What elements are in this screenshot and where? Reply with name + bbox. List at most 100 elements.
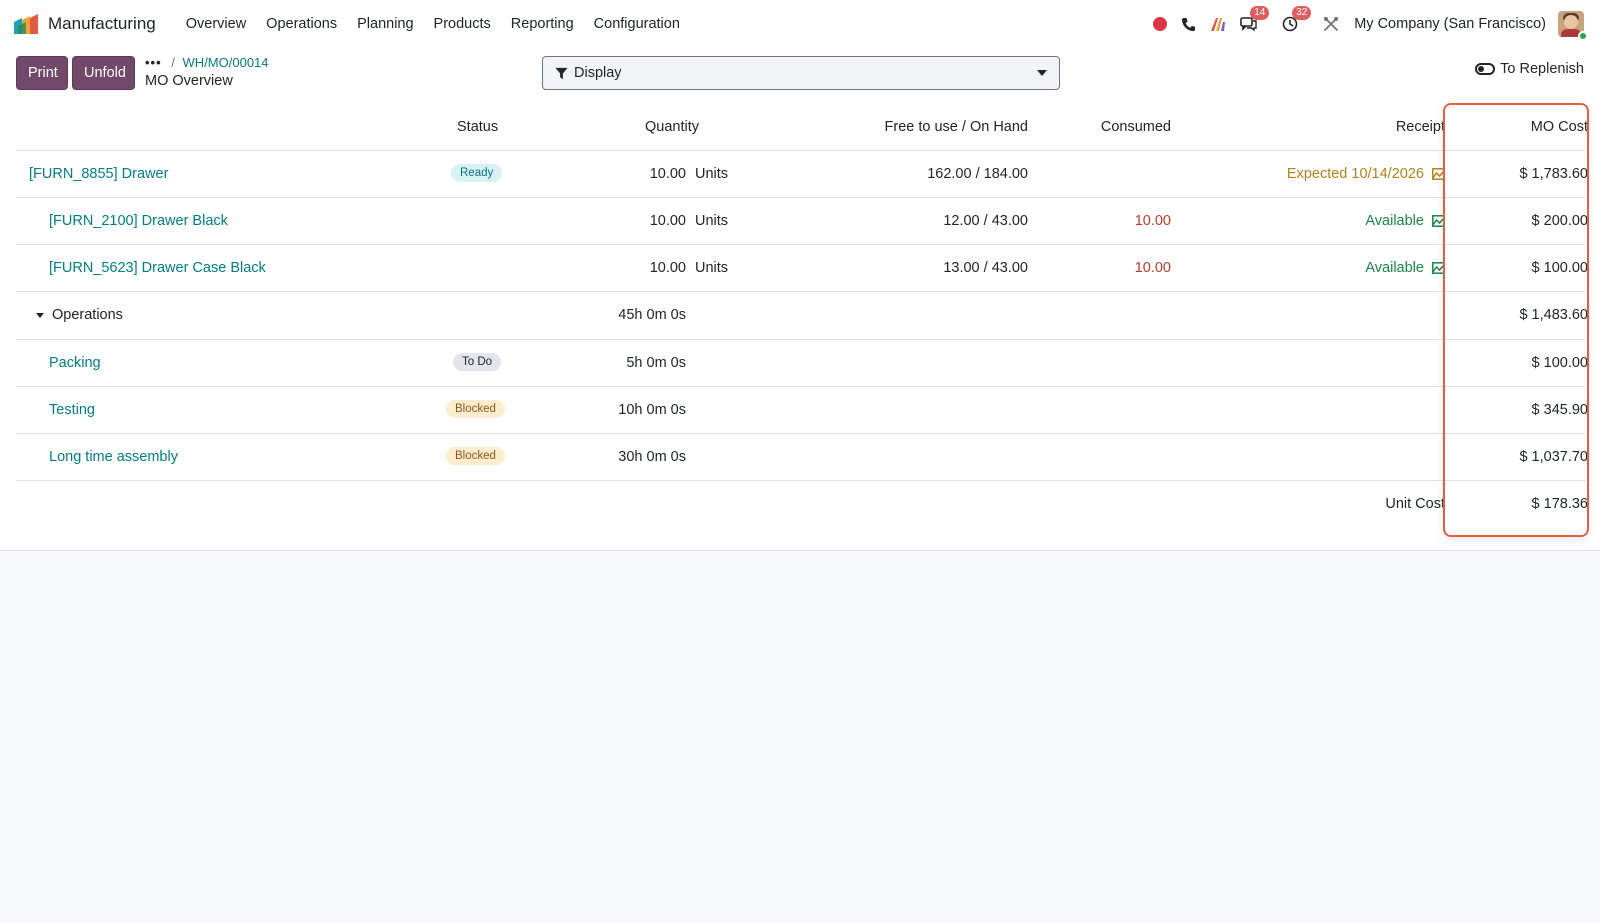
quantity-value: 10.00 [649,213,686,229]
record-button[interactable] [1153,17,1168,31]
receipt-value: Available [1216,245,1445,292]
main-menu: Overview Operations Planning Products Re… [176,16,690,32]
to-replenish-label: To Replenish [1500,61,1584,77]
chart-icon[interactable] [1432,215,1445,228]
quantity-value: 45h 0m 0s [618,307,686,323]
table-row: Testing Blocked 10h 0m 0s $ 345.90 [16,387,1588,434]
table-row: Long time assembly Blocked 30h 0m 0s $ 1… [16,434,1588,481]
online-status-dot [1578,31,1588,41]
quantity-value: 10.00 [649,166,686,182]
mo-cost-value: $ 1,037.70 [1519,449,1588,465]
mo-cost-value: $ 345.90 [1531,402,1588,418]
table-row: Packing To Do 5h 0m 0s $ 100.00 [16,340,1588,387]
unit-cost-value: $ 178.36 [1531,496,1588,512]
app-name: Manufacturing [48,14,156,33]
user-avatar[interactable] [1558,11,1588,41]
menu-item-operations[interactable]: Operations [266,16,337,32]
phone-icon [1182,17,1196,31]
mo-cost-value: $ 100.00 [1531,355,1588,371]
phone-button[interactable] [1181,17,1196,32]
activities-count-badge: 32 [1292,6,1312,20]
unfold-button[interactable]: Unfold [72,56,135,90]
header-status: Status [457,119,499,135]
status-badge: Blocked [446,447,505,465]
breadcrumb-separator: / [171,55,175,70]
status-badge: To Do [453,353,502,371]
avatar-face [1564,15,1578,29]
operations-group-row[interactable]: Operations 45h 0m 0s $ 1,483.60 [16,292,1588,340]
mo-cost-value: $ 100.00 [1531,260,1588,276]
free-on-hand-value: 12.00 / 43.00 [943,213,1028,229]
chart-icon[interactable] [1432,262,1445,275]
component-link[interactable]: [FURN_2100] Drawer Black [49,198,228,245]
consumed-value: 10.00 [1134,260,1171,276]
menu-item-products[interactable]: Products [434,16,491,32]
status-badge: Ready [451,164,503,182]
uom-value: Units [695,166,729,182]
menu-item-reporting[interactable]: Reporting [511,16,574,32]
company-switcher[interactable]: My Company (San Francisco) [1354,16,1546,32]
unit-cost-label: Unit Cost [1385,496,1445,512]
table-row: [FURN_5623] Drawer Case Black 10.00 Unit… [16,245,1588,292]
toggle-icon [1475,63,1496,75]
mo-overview-report: Status Quantity Free to use / On Hand Co… [0,104,1600,551]
filter-icon [555,67,568,79]
breadcrumb: ••• / WH/MO/00014 [145,55,269,70]
menu-item-planning[interactable]: Planning [357,16,413,32]
breadcrumb-mo-link[interactable]: WH/MO/00014 [183,55,269,70]
display-label: Display [574,65,622,81]
messages-button[interactable]: 14 [1240,6,1270,32]
caret-down-icon[interactable] [36,313,44,318]
tools-button[interactable] [1323,16,1339,32]
print-button[interactable]: Print [16,56,68,90]
header-receipt: Receipt [1395,119,1445,135]
chart-icon[interactable] [1432,168,1445,181]
display-dropdown[interactable]: Display [542,56,1060,90]
table-header: Status Quantity Free to use / On Hand Co… [16,104,1588,151]
receipt-value: Available [1216,198,1445,245]
operation-link[interactable]: Testing [49,387,95,434]
quantity-value: 5h 0m 0s [626,355,686,371]
mo-cost-value: $ 1,483.60 [1519,307,1588,323]
record-icon [1153,17,1168,31]
receipt-value: Expected 10/14/2026 [1216,151,1445,198]
header-consumed: Consumed [1100,119,1171,135]
header-quantity: Quantity [645,119,699,135]
tools-icon [1324,17,1339,31]
mo-cost-value: $ 200.00 [1531,213,1588,229]
ai-button[interactable] [1210,16,1226,32]
receipt-text: Available [1365,260,1424,276]
operation-link[interactable]: Packing [49,340,101,387]
product-link[interactable]: [FURN_8855] Drawer [29,151,168,198]
control-panel: Print Unfold ••• / WH/MO/00014 MO Overvi… [0,48,1600,104]
operation-link[interactable]: Long time assembly [49,434,178,481]
operations-group-label: Operations [52,307,123,323]
table-row: [FURN_2100] Drawer Black 10.00 Units 12.… [16,198,1588,245]
menu-item-overview[interactable]: Overview [186,16,246,32]
consumed-value: 10.00 [1134,213,1171,229]
uom-value: Units [695,260,729,276]
receipt-text: Expected 10/14/2026 [1286,166,1424,182]
table-row: [FURN_8855] Drawer Ready 10.00 Units 162… [16,151,1588,198]
quantity-value: 10h 0m 0s [618,402,686,418]
header-free-on-hand: Free to use / On Hand [884,119,1028,135]
quantity-value: 30h 0m 0s [618,449,686,465]
receipt-text: Available [1365,213,1424,229]
header-mo-cost: MO Cost [1530,119,1588,135]
systray: 14 32 My Company (San Francisco) [1146,0,1600,48]
messages-count-badge: 14 [1250,6,1270,20]
caret-down-icon [1037,70,1047,76]
to-replenish-toggle[interactable]: To Replenish [1475,61,1584,77]
ai-icon [1211,18,1226,31]
free-on-hand-value: 13.00 / 43.00 [943,260,1028,276]
activities-button[interactable]: 32 [1282,6,1312,32]
component-link[interactable]: [FURN_5623] Drawer Case Black [49,245,266,292]
menu-item-configuration[interactable]: Configuration [594,16,680,32]
status-badge: Blocked [446,400,505,418]
top-navbar: Manufacturing Overview Operations Planni… [0,0,1600,48]
free-on-hand-value: 162.00 / 184.00 [927,166,1028,182]
app-brand[interactable]: Manufacturing [12,14,156,34]
uom-value: Units [695,213,729,229]
breadcrumb-more[interactable]: ••• [145,55,162,70]
unit-cost-row: Unit Cost $ 178.36 [16,481,1588,528]
